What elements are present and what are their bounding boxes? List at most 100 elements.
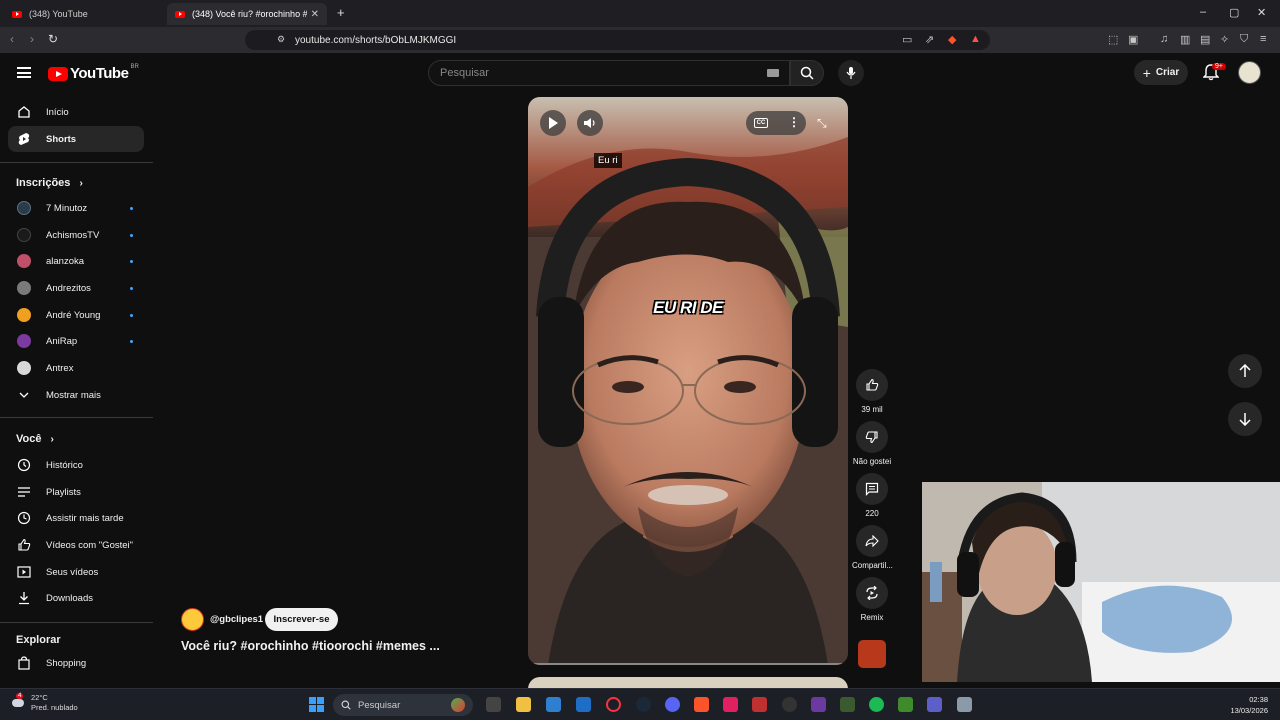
keyboard-icon[interactable] xyxy=(767,69,779,77)
volume-button[interactable] xyxy=(577,110,603,136)
search-button[interactable] xyxy=(790,60,824,86)
sidebar-subscription-item[interactable]: AniRap xyxy=(8,328,144,354)
shorts-video-player[interactable]: CC ⋮ ⤡ Eu ri EU RI DE xyxy=(528,97,848,665)
like-button[interactable] xyxy=(856,369,888,401)
minimize-button[interactable]: – xyxy=(1200,6,1206,18)
browser-tab-active[interactable]: (348) Você riu? #orochinho #tioo ✕ xyxy=(167,3,327,25)
sidebar-subscription-item[interactable]: alanzoka xyxy=(8,248,144,274)
sidebar-subscription-item[interactable]: Antrex xyxy=(8,355,144,381)
sidebar-item-downloads[interactable]: Downloads xyxy=(8,585,144,611)
close-window-button[interactable]: ✕ xyxy=(1257,6,1266,19)
dislike-button[interactable] xyxy=(856,421,888,453)
remix-action[interactable]: Remix xyxy=(852,577,892,622)
app-t-icon[interactable] xyxy=(752,697,767,712)
captions-icon[interactable]: CC xyxy=(754,118,768,128)
fullscreen-icon[interactable]: ⤡ xyxy=(817,116,827,131)
notifications-badge: 9+ xyxy=(1212,63,1226,70)
brave-icon[interactable] xyxy=(694,697,709,712)
hamburger-menu-icon[interactable] xyxy=(17,67,31,78)
user-avatar[interactable] xyxy=(1238,61,1261,84)
sidebar-item-liked-videos[interactable]: Vídeos com "Gostei" xyxy=(8,532,144,558)
search-input[interactable]: Pesquisar xyxy=(428,60,790,86)
sidebar-item-shopping[interactable]: Shopping xyxy=(8,650,144,676)
sidebar-item-your-videos[interactable]: Seus vídeos xyxy=(8,559,144,585)
close-tab-icon[interactable]: ✕ xyxy=(311,9,319,20)
channel-name[interactable]: @gbclipes1 xyxy=(210,614,263,625)
show-more-button[interactable]: Mostrar mais xyxy=(8,382,144,408)
steam-icon[interactable] xyxy=(636,697,651,712)
forward-button[interactable]: › xyxy=(30,32,34,46)
channel-avatar[interactable] xyxy=(181,608,204,631)
weather-widget[interactable]: 4 22°C Pred. nublado xyxy=(10,693,78,713)
menu-icon[interactable]: ≡ xyxy=(1260,33,1266,45)
minecraft-icon[interactable] xyxy=(898,697,913,712)
task-view-icon[interactable] xyxy=(486,697,501,712)
maximize-button[interactable]: ▢ xyxy=(1229,6,1239,19)
taskbar-search[interactable]: Pesquisar xyxy=(333,694,473,716)
sidebar-item-home[interactable]: Início xyxy=(8,99,144,125)
new-tab-button[interactable]: + xyxy=(337,5,345,20)
sidebar-item-watch-later[interactable]: Assistir mais tarde xyxy=(8,505,144,531)
short-title[interactable]: Você riu? #orochinho #tioorochi #memes .… xyxy=(181,639,440,653)
file-explorer-icon[interactable] xyxy=(516,697,531,712)
sidebar-subscription-item[interactable]: André Young xyxy=(8,302,144,328)
dislike-action[interactable]: Não gostei xyxy=(852,421,892,466)
wallet-icon[interactable]: ▤ xyxy=(1200,33,1210,46)
store-icon[interactable] xyxy=(546,697,561,712)
back-button[interactable]: ‹ xyxy=(10,32,14,46)
reload-button[interactable]: ↻ xyxy=(48,32,58,46)
subscriptions-heading[interactable]: Inscrições › xyxy=(16,177,83,189)
teams-icon[interactable] xyxy=(927,697,942,712)
vpn-icon[interactable]: ⛉ xyxy=(1240,33,1248,46)
sidebar-subscription-item[interactable]: Andrezitos xyxy=(8,275,144,301)
app-green-icon[interactable] xyxy=(840,697,855,712)
subscribe-button[interactable]: Inscrever-se xyxy=(265,608,338,631)
address-bar[interactable]: ⚙ youtube.com/shorts/bObLMJKMGGI xyxy=(245,30,990,50)
share-button[interactable] xyxy=(856,525,888,557)
screenshot-icon[interactable]: ▣ xyxy=(1128,33,1138,46)
create-button[interactable]: + Criar xyxy=(1134,60,1188,85)
play-button[interactable] xyxy=(540,110,566,136)
you-heading[interactable]: Você › xyxy=(16,433,54,445)
opera-icon[interactable] xyxy=(606,697,621,712)
spotify-icon[interactable] xyxy=(869,697,884,712)
sidebar-toggle-icon[interactable]: ▥ xyxy=(1180,33,1190,46)
obs-icon[interactable] xyxy=(782,697,797,712)
outlook-icon[interactable] xyxy=(576,697,591,712)
tiktok-icon[interactable] xyxy=(723,697,738,712)
sidebar-subscription-item[interactable]: AchismosTV xyxy=(8,222,144,248)
video-progress-bar[interactable] xyxy=(528,663,848,665)
share-action[interactable]: Compartil... xyxy=(852,525,893,570)
plus-icon: + xyxy=(1142,64,1151,81)
windows-start-icon[interactable] xyxy=(309,697,324,712)
sidebar-item-history[interactable]: Histórico xyxy=(8,452,144,478)
media-icon[interactable]: ♫ xyxy=(1160,33,1168,45)
comments-button[interactable] xyxy=(856,473,888,505)
youtube-logo[interactable]: YouTube BR xyxy=(48,64,139,82)
cast-icon[interactable]: ▭ xyxy=(902,33,912,46)
discord-icon[interactable] xyxy=(665,697,680,712)
previous-short-button[interactable] xyxy=(1228,354,1262,388)
more-options-icon[interactable]: ⋮ xyxy=(788,115,800,129)
share-icon[interactable]: ⇗ xyxy=(925,33,934,46)
sidebar-item-shorts[interactable]: Shorts xyxy=(8,126,144,152)
brave-shield-icon[interactable]: ◆ xyxy=(948,33,956,46)
sidebar-subscription-item[interactable]: 7 Minutoz xyxy=(8,195,144,221)
voice-search-button[interactable] xyxy=(838,60,864,86)
browser-tab[interactable]: (348) YouTube xyxy=(4,3,164,25)
sidebar-item-playlists[interactable]: Playlists xyxy=(8,479,144,505)
player-controls-group: CC ⋮ xyxy=(746,111,806,135)
system-clock[interactable]: 02:38 13/03/2026 xyxy=(1230,694,1268,716)
channel-thumbnail[interactable] xyxy=(858,640,886,668)
comments-action[interactable]: 220 xyxy=(852,473,892,518)
app-purple-icon[interactable] xyxy=(811,697,826,712)
remix-button[interactable] xyxy=(856,577,888,609)
site-info-icon[interactable]: ⚙ xyxy=(277,34,285,45)
like-action[interactable]: 39 mil xyxy=(852,369,892,414)
extensions-icon[interactable]: ⬚ xyxy=(1108,33,1118,46)
next-short-button[interactable] xyxy=(1228,402,1262,436)
brave-rewards-icon[interactable]: ▲ xyxy=(970,33,981,45)
app-shield-icon[interactable] xyxy=(957,697,972,712)
leo-ai-icon[interactable]: ✧ xyxy=(1220,33,1229,46)
clock-time: 02:38 xyxy=(1249,695,1268,704)
